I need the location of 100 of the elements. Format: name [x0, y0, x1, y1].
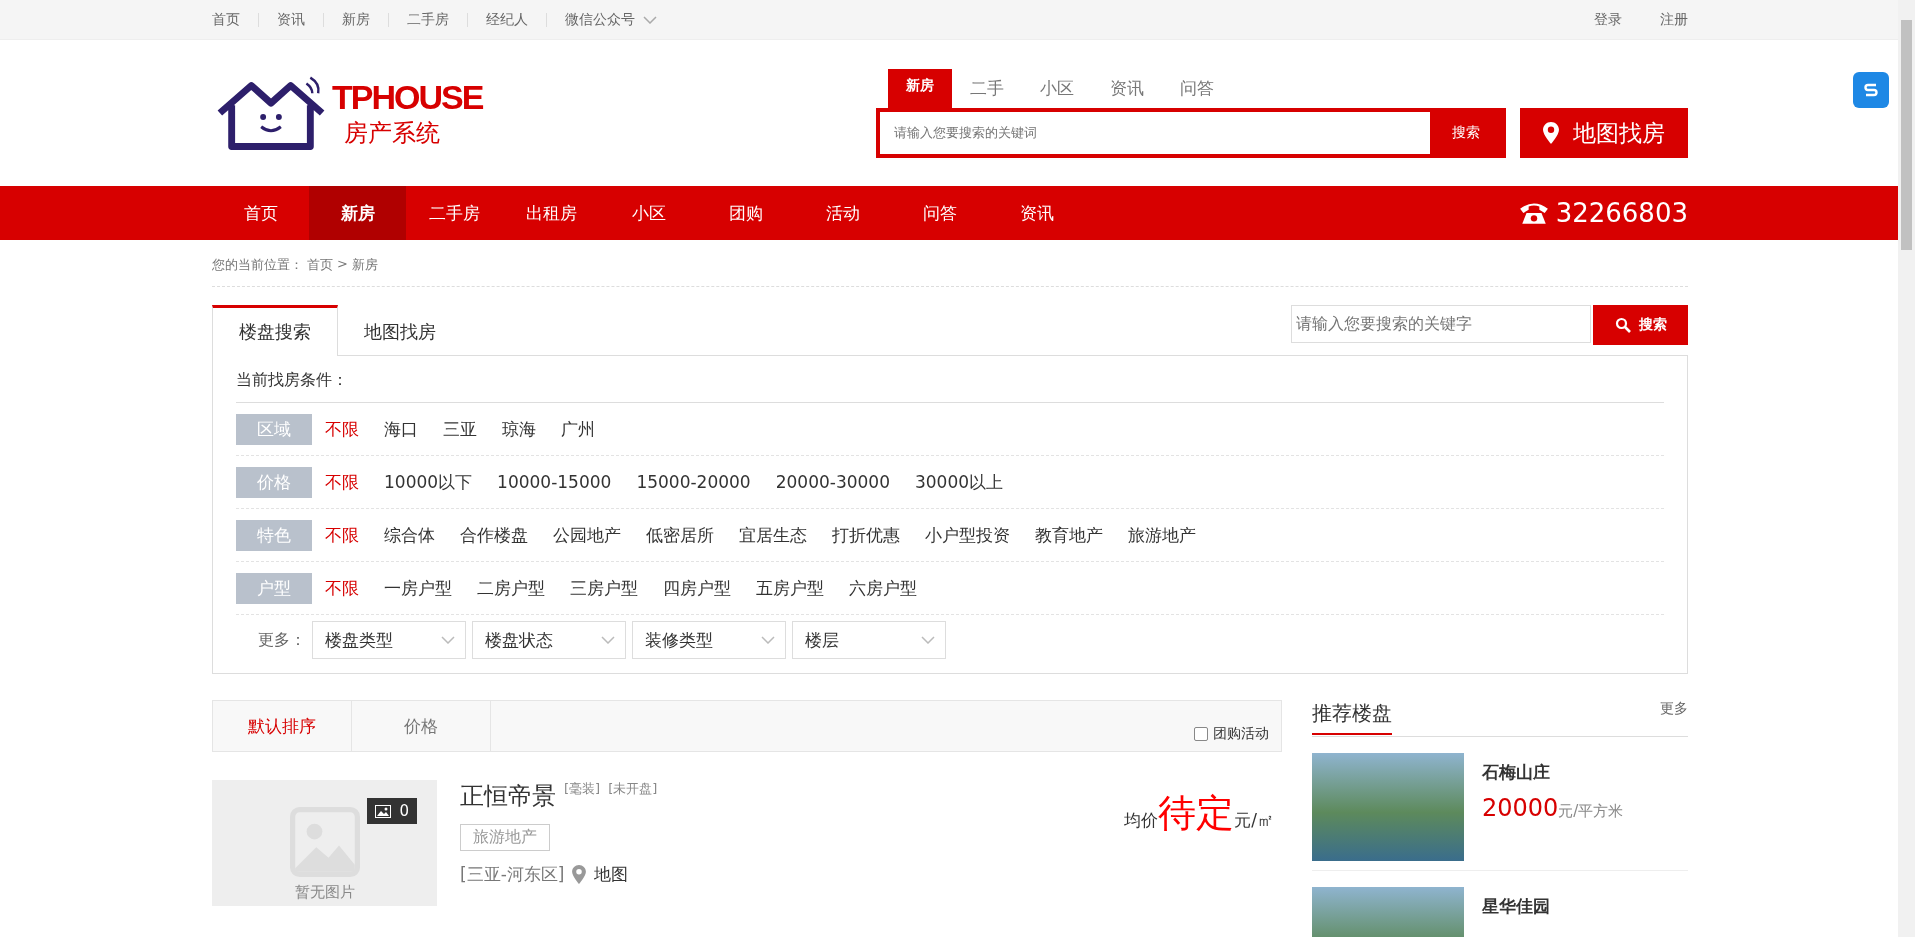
filter-option[interactable]: 10000-15000 [497, 472, 612, 492]
search-tab[interactable]: 资讯 [1091, 68, 1162, 108]
chevron-down-icon [441, 636, 455, 644]
keyword-field[interactable]: 请输入您要搜索的关键字 [1291, 305, 1591, 343]
filter-option[interactable]: 三亚 [443, 417, 477, 441]
checkbox[interactable] [1194, 727, 1208, 741]
photo-count-badge: 0 [367, 798, 417, 824]
filter-option[interactable]: 宜居生态 [739, 523, 807, 547]
filter-option[interactable]: 二房户型 [477, 576, 545, 600]
filter-label: 特色 [236, 519, 312, 551]
filter-option[interactable]: 广州 [561, 417, 595, 441]
nav-item[interactable]: 问答 [891, 186, 988, 240]
chevron-down-icon [643, 15, 657, 24]
logo-subtitle: 房产系统 [344, 117, 441, 149]
breadcrumb-separator: > [337, 256, 348, 273]
filter-label: 户型 [236, 572, 312, 604]
filter-dropdown[interactable]: 楼层 [792, 621, 946, 659]
listing-title[interactable]: 正恒帝景 [460, 780, 556, 812]
filter-option[interactable]: 打折优惠 [832, 523, 900, 547]
filter-option[interactable]: 不限 [325, 470, 359, 494]
top-link[interactable]: 经纪人 [486, 10, 528, 29]
search-tab[interactable]: 新房 [887, 68, 952, 108]
top-link[interactable]: 资讯 [277, 10, 305, 29]
filter-option[interactable]: 20000-30000 [775, 472, 890, 492]
filter-option[interactable]: 30000以上 [915, 470, 1004, 494]
location-pin-icon [1542, 122, 1559, 144]
scrollbar[interactable] [1898, 0, 1915, 937]
top-link[interactable]: 微信公众号 [565, 10, 635, 29]
filter-dropdown[interactable]: 装修类型 [632, 621, 786, 659]
filter-option[interactable]: 一房户型 [384, 576, 452, 600]
top-link[interactable]: 首页 [212, 10, 240, 29]
filter-option[interactable]: 四房户型 [663, 576, 731, 600]
nav-item[interactable]: 活动 [794, 186, 891, 240]
conditions-label: 当前找房条件： [236, 356, 1664, 403]
account-link[interactable]: 登录 [1594, 10, 1622, 29]
more-label: 更多： [257, 629, 306, 651]
filter-option[interactable]: 旅游地产 [1128, 523, 1196, 547]
property-name[interactable]: 石梅山庄 [1482, 761, 1624, 784]
more-link[interactable]: 更多 [1660, 700, 1688, 718]
filter-option[interactable]: 六房户型 [849, 576, 917, 600]
filter-option[interactable]: 三房户型 [570, 576, 638, 600]
breadcrumb-label: 您的当前位置： [212, 256, 303, 274]
filter-option[interactable]: 小户型投资 [925, 523, 1010, 547]
filter-option[interactable]: 琼海 [502, 417, 536, 441]
filter-option[interactable]: 10000以下 [384, 470, 473, 494]
location-text: [三亚-河东区] [460, 863, 565, 886]
nav-item[interactable]: 首页 [212, 186, 309, 240]
section-title: 推荐楼盘 [1312, 700, 1392, 735]
filter-dropdown[interactable]: 楼盘类型 [312, 621, 466, 659]
filter-option[interactable]: 不限 [325, 576, 359, 600]
chevron-down-icon [761, 636, 775, 644]
search-icon [1614, 317, 1631, 333]
property-name[interactable]: 星华佳园 [1482, 895, 1550, 918]
map-search-button[interactable]: 地图找房 [1519, 108, 1688, 158]
filter-option[interactable]: 15000-20000 [636, 472, 751, 492]
listing-tag: [未开盘] [608, 780, 658, 798]
filter-option[interactable]: 综合体 [384, 523, 435, 547]
floating-widget-button[interactable] [1853, 72, 1889, 108]
map-link[interactable]: 地图 [594, 863, 629, 886]
filter-dropdown[interactable]: 楼盘状态 [472, 621, 626, 659]
nav-item[interactable]: 资讯 [988, 186, 1085, 240]
filter-option[interactable]: 五房户型 [756, 576, 824, 600]
phone-number: 32266803 [1555, 198, 1688, 228]
search-field[interactable]: 请输入您要搜索的关键词 [879, 111, 1430, 154]
panel-tab[interactable]: 地图找房 [338, 305, 462, 356]
top-link[interactable]: 新房 [342, 10, 370, 29]
price-text: 20000元/平方米 [1482, 794, 1624, 822]
filter-option[interactable]: 不限 [325, 523, 359, 547]
nav-item[interactable]: 出租房 [503, 186, 600, 240]
account-link[interactable]: 注册 [1660, 10, 1688, 29]
telephone-icon [1517, 200, 1550, 226]
filter-option[interactable]: 不限 [325, 417, 359, 441]
chevron-down-icon [921, 636, 935, 644]
filter-option[interactable]: 教育地产 [1035, 523, 1103, 547]
nav-item[interactable]: 新房 [309, 186, 406, 240]
chevron-down-icon [601, 636, 615, 644]
filter-option[interactable]: 合作楼盘 [460, 523, 528, 547]
search-tab[interactable]: 问答 [1161, 68, 1232, 108]
filter-option[interactable]: 海口 [384, 417, 418, 441]
location-pin-icon [572, 865, 587, 884]
filter-label: 价格 [236, 466, 312, 498]
search-button[interactable]: 搜索 [1593, 305, 1688, 345]
nav-item[interactable]: 二手房 [406, 186, 503, 240]
filter-option[interactable]: 公园地产 [553, 523, 621, 547]
filter-label: 区域 [236, 413, 312, 445]
nav-item[interactable]: 团购 [697, 186, 794, 240]
breadcrumb-link[interactable]: 新房 [351, 256, 378, 274]
panel-tab[interactable]: 楼盘搜索 [212, 305, 338, 356]
price-text: 均价待定元/㎡ [1124, 790, 1274, 837]
search-tab[interactable]: 二手 [951, 68, 1022, 108]
top-link[interactable]: 二手房 [407, 10, 449, 29]
nav-item[interactable]: 小区 [600, 186, 697, 240]
filter-option[interactable]: 低密居所 [646, 523, 714, 547]
breadcrumb-link[interactable]: 首页 [307, 256, 333, 274]
logo-title: TPHOUSE [332, 77, 483, 117]
no-image-text: 暂无图片 [294, 883, 355, 902]
sort-option[interactable]: 默认排序 [213, 701, 352, 751]
checkbox-label: 团购活动 [1213, 725, 1269, 743]
sort-option[interactable]: 价格 [352, 701, 491, 751]
search-tab[interactable]: 小区 [1021, 68, 1092, 108]
